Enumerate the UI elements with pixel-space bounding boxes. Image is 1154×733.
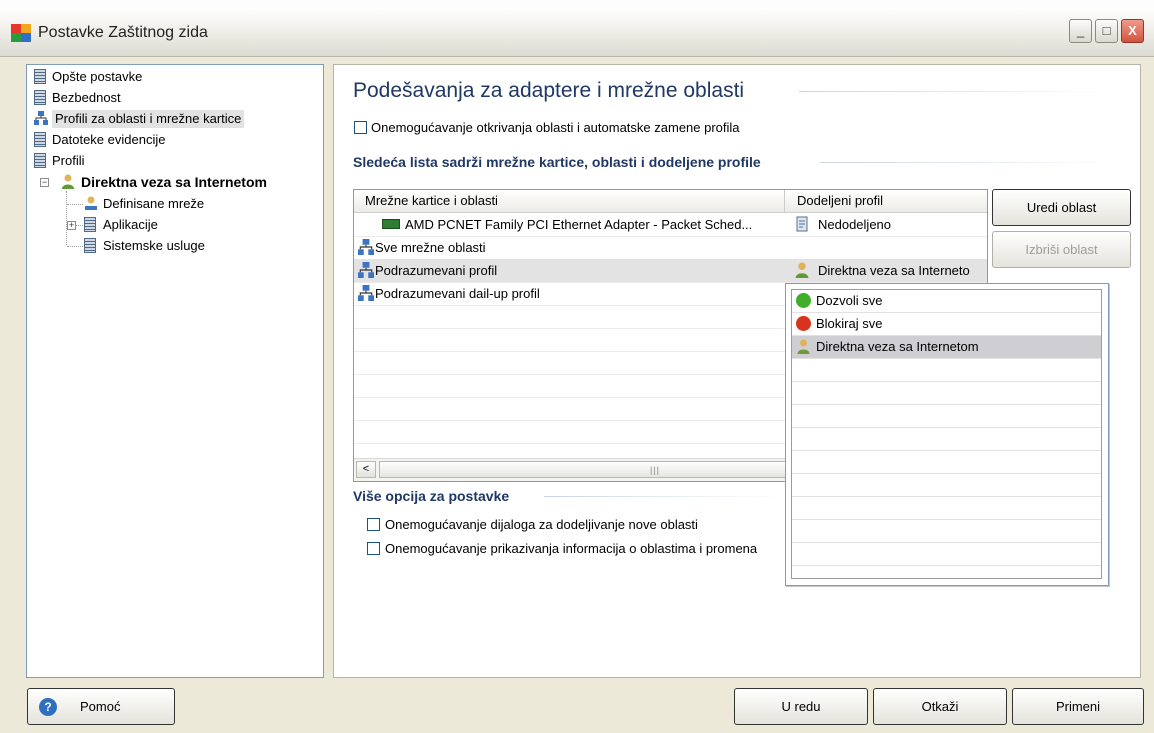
person-icon [797, 339, 810, 354]
tree-connector [67, 246, 83, 247]
dropdown-option-allow-all[interactable]: Dozvoli sve [792, 290, 1101, 313]
dropdown-row-empty [792, 451, 1101, 474]
dropdown-option-block-all[interactable]: Blokiraj sve [792, 313, 1101, 336]
cancel-button[interactable]: Otkaži [873, 688, 1007, 725]
dropdown-row-empty [792, 474, 1101, 497]
ok-button[interactable]: U redu [734, 688, 868, 725]
window-title: Postavke Zaštitnog zida [38, 24, 208, 41]
maximize-button[interactable]: □ [1095, 19, 1118, 43]
help-button-label: Pomoć [80, 699, 121, 714]
tree-item-label: Aplikacije [103, 217, 158, 232]
network-person-icon [85, 196, 97, 210]
scroll-grip: ||| [650, 465, 661, 475]
page-title: Podešavanja za adaptere i mrežne oblasti [353, 79, 745, 102]
delete-area-button[interactable]: Izbriši oblast [992, 231, 1131, 268]
allow-icon [796, 293, 811, 308]
tree-item-label: Datoteke evidencije [52, 132, 166, 147]
help-button[interactable]: ? Pomoć [27, 688, 175, 725]
heading-rule [820, 162, 1120, 163]
tree-item-label: Bezbednost [52, 90, 121, 105]
person-icon [62, 174, 74, 189]
tree-item-label: Profili za oblasti i mrežne kartice [52, 110, 245, 128]
scroll-left-button[interactable]: < [356, 461, 376, 478]
document-icon [34, 69, 46, 84]
document-icon [84, 217, 96, 232]
tree-item-label: Direktna veza sa Internetom [81, 174, 267, 190]
dropdown-option-label: Blokiraj sve [816, 316, 883, 331]
tree-connector [67, 204, 83, 205]
table-row[interactable]: AMD PCNET Family PCI Ethernet Adapter - … [354, 213, 987, 237]
table-header: Mrežne kartice i oblasti Dodeljeni profi… [354, 190, 987, 213]
area-name: Sve mrežne oblasti [375, 240, 486, 255]
apply-button[interactable]: Primeni [1012, 688, 1144, 725]
settings-tree[interactable]: Opšte postavke Bezbednost Profili za obl… [26, 64, 324, 678]
dropdown-option-label: Direktna veza sa Internetom [816, 339, 979, 354]
heading-rule [544, 496, 784, 497]
document-icon [34, 153, 46, 168]
more-options-title: Više opcija za postavke [353, 488, 510, 504]
network-card-icon [382, 219, 400, 229]
document-icon [34, 132, 46, 147]
tree-item-label: Profili [52, 153, 85, 168]
column-divider[interactable] [784, 190, 785, 212]
disable-new-area-dialog-label: Onemogućavanje dijaloga za dodeljivanje … [385, 517, 698, 532]
title-bar[interactable]: Postavke Zaštitnog zida _ □ X [0, 8, 1154, 57]
list-section-title: Sledeća lista sadrži mrežne kartice, obl… [353, 154, 761, 170]
column-header-adapters[interactable]: Mrežne kartice i oblasti [365, 193, 498, 208]
dropdown-row-empty [792, 359, 1101, 382]
dropdown-row-empty [792, 497, 1101, 520]
close-button[interactable]: X [1121, 19, 1144, 43]
tree-item-label: Definisane mreže [103, 196, 205, 211]
disable-detection-checkbox[interactable] [354, 121, 367, 134]
dropdown-option-label: Dozvoli sve [816, 293, 883, 308]
person-icon [795, 262, 809, 278]
tree-item-label: Sistemske usluge [103, 238, 205, 253]
dropdown-row-empty [792, 382, 1101, 405]
disable-area-info-checkbox[interactable] [367, 542, 380, 555]
dropdown-row-empty [792, 405, 1101, 428]
profile-dropdown-list[interactable]: Dozvoli sve Blokiraj sve Direktna veza s… [785, 283, 1109, 586]
network-icon [358, 239, 374, 255]
area-name: Podrazumevani profil [375, 263, 498, 278]
assigned-profile: Nedodeljeno [818, 217, 892, 232]
dropdown-list-body: Dozvoli sve Blokiraj sve Direktna veza s… [791, 289, 1102, 579]
collapse-toggle[interactable]: − [40, 178, 49, 187]
dropdown-option-direct-internet[interactable]: Direktna veza sa Internetom [792, 336, 1101, 359]
heading-rule [799, 91, 1119, 92]
expand-toggle[interactable]: + [67, 221, 76, 230]
dropdown-row-empty [792, 543, 1101, 566]
minimize-button[interactable]: _ [1069, 19, 1092, 43]
column-header-profile[interactable]: Dodeljeni profil [797, 193, 883, 208]
edit-area-button[interactable]: Uredi oblast [992, 189, 1131, 226]
assigned-profile-dropdown[interactable]: Direktna veza sa Interneto [818, 263, 970, 278]
disable-new-area-dialog-checkbox[interactable] [367, 518, 380, 531]
adapter-name: AMD PCNET Family PCI Ethernet Adapter - … [405, 217, 753, 232]
dropdown-row-empty [792, 428, 1101, 451]
table-row[interactable]: Sve mrežne oblasti [354, 236, 987, 260]
disable-area-info-label: Onemogućavanje prikazivanja informacija … [385, 541, 758, 556]
network-icon [358, 262, 374, 278]
document-icon [84, 238, 96, 253]
block-icon [796, 316, 811, 331]
network-icon [358, 285, 374, 301]
disable-detection-label: Onemogućavanje otkrivanja oblasti i auto… [371, 120, 740, 135]
network-icon [34, 111, 48, 125]
help-icon: ? [39, 698, 57, 716]
tree-item-label: Opšte postavke [52, 69, 143, 84]
avg-logo-icon [11, 24, 31, 42]
unassigned-profile-icon [796, 216, 808, 232]
area-name: Podrazumevani dail-up profil [375, 286, 540, 301]
dropdown-row-empty [792, 520, 1101, 543]
document-icon [34, 90, 46, 105]
tree-connector [66, 191, 67, 245]
firewall-settings-window: Postavke Zaštitnog zida _ □ X Opšte post… [0, 0, 1154, 733]
table-row-selected[interactable]: Podrazumevani profil Direktna veza sa In… [354, 259, 987, 283]
